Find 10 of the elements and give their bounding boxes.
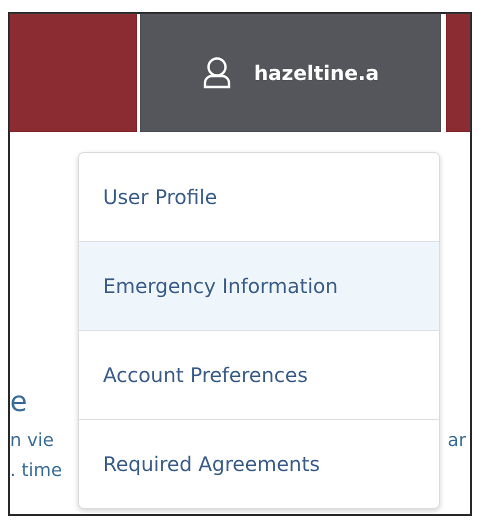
- menu-item[interactable]: User Profile: [79, 153, 439, 241]
- user-icon: [202, 56, 232, 90]
- body-text: . time: [10, 459, 62, 483]
- menu-item[interactable]: Account Preferences: [79, 330, 439, 419]
- body-text: ar: [448, 429, 466, 453]
- menu-item[interactable]: Required Agreements: [79, 419, 439, 508]
- body-text: n vie: [10, 429, 55, 453]
- user-menu-button[interactable]: hazeltine.a: [140, 14, 441, 132]
- menu-item[interactable]: Emergency Information: [79, 241, 439, 330]
- page-heading: e: [10, 384, 28, 420]
